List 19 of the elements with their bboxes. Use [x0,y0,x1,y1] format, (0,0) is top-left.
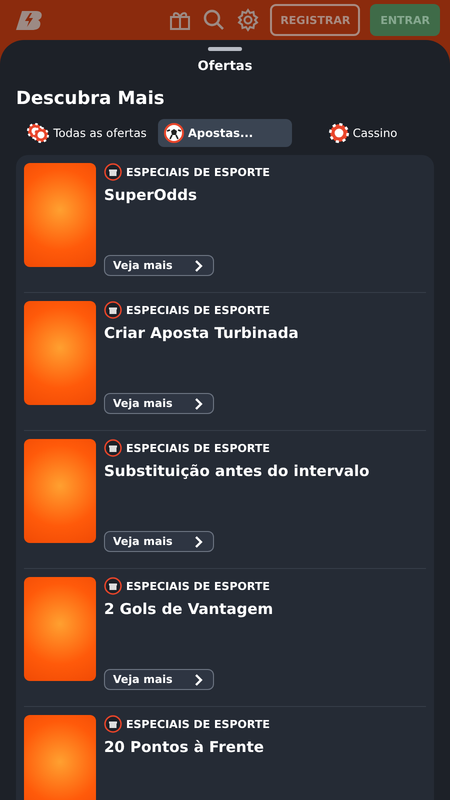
offer-category: ESPECIAIS DE ESPORTE [126,718,270,730]
category-tab[interactable]: Apostas... [158,119,292,147]
offer-category: ESPECIAIS DE ESPORTE [126,166,270,178]
offer-title: SuperOdds [104,186,198,204]
see-more-button[interactable]: Veja mais [104,669,214,690]
offer-category: ESPECIAIS DE ESPORTE [126,442,270,454]
category-tab[interactable]: Cassino [292,119,434,147]
offer-title: 2 Gols de Vantagem [104,600,274,618]
see-more-button[interactable]: Veja mais [104,255,214,276]
see-more-button[interactable]: Veja mais [104,531,214,552]
section-heading: Descubra Mais [16,88,166,109]
category-tab[interactable]: Todas as ofertas [16,119,158,147]
sheet-title: Ofertas [196,59,254,74]
offer-category: ESPECIAIS DE ESPORTE [126,304,270,316]
offer-category: ESPECIAIS DE ESPORTE [126,580,270,592]
offer-title: 20 Pontos à Frente [104,738,265,756]
offer-title: Substituição antes do intervalo [104,462,370,480]
see-more-button[interactable]: Veja mais [104,393,214,414]
offer-title: Criar Aposta Turbinada [104,324,300,342]
